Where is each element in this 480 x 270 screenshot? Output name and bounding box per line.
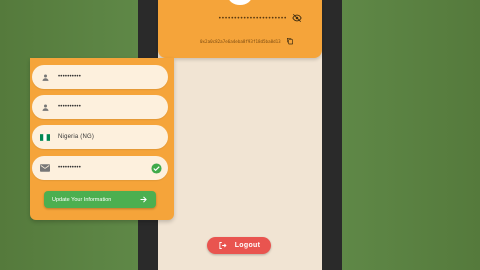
profile-card: •••••••••••••••••••••• 0x2a0c82a7e6a4eba…: [158, 0, 322, 58]
country-select[interactable]: Nigeria (NG): [32, 125, 168, 149]
wallet-hash: 0x2a0c82a7e6a4eba8f93f18d5ba8d13: [200, 38, 281, 44]
logout-icon: [219, 242, 227, 249]
background-right: [342, 0, 480, 270]
username-field[interactable]: ••••••••••: [32, 95, 168, 119]
password-row: ••••••••••••••••••••••: [218, 12, 310, 24]
logout-button[interactable]: Logout: [207, 237, 271, 254]
check-circle-icon: [151, 162, 162, 174]
person-icon: [38, 70, 52, 84]
app-screen: •••••••••••••••••••••• 0x2a0c82a7e6a4eba…: [158, 0, 322, 270]
logout-label: Logout: [234, 242, 261, 249]
update-info-button[interactable]: Update Your Information: [44, 191, 156, 208]
name-field[interactable]: ••••••••••: [32, 65, 168, 89]
email-icon: [38, 161, 52, 175]
wallet-hash-row: 0x2a0c82a7e6a4eba8f93f18d5ba8d13: [200, 36, 320, 46]
name-field-value: ••••••••••: [58, 74, 82, 80]
copy-icon[interactable]: [286, 37, 294, 45]
country-value: Nigeria (NG): [58, 134, 95, 140]
eye-off-icon[interactable]: [292, 13, 303, 23]
email-field-value: ••••••••••: [58, 165, 82, 171]
password-mask: ••••••••••••••••••••••: [218, 14, 287, 22]
person-icon: [38, 100, 52, 114]
email-field[interactable]: ••••••••••: [32, 156, 168, 180]
avatar: [228, 0, 252, 5]
username-field-value: ••••••••••: [58, 104, 82, 110]
update-info-label: Update Your Information: [52, 196, 112, 203]
nigeria-flag-icon: [38, 130, 52, 144]
phone-bezel-right: [322, 0, 342, 270]
update-form: •••••••••• •••••••••• Nigeria (NG) •••••…: [30, 58, 174, 220]
arrow-right-icon: [140, 196, 147, 203]
